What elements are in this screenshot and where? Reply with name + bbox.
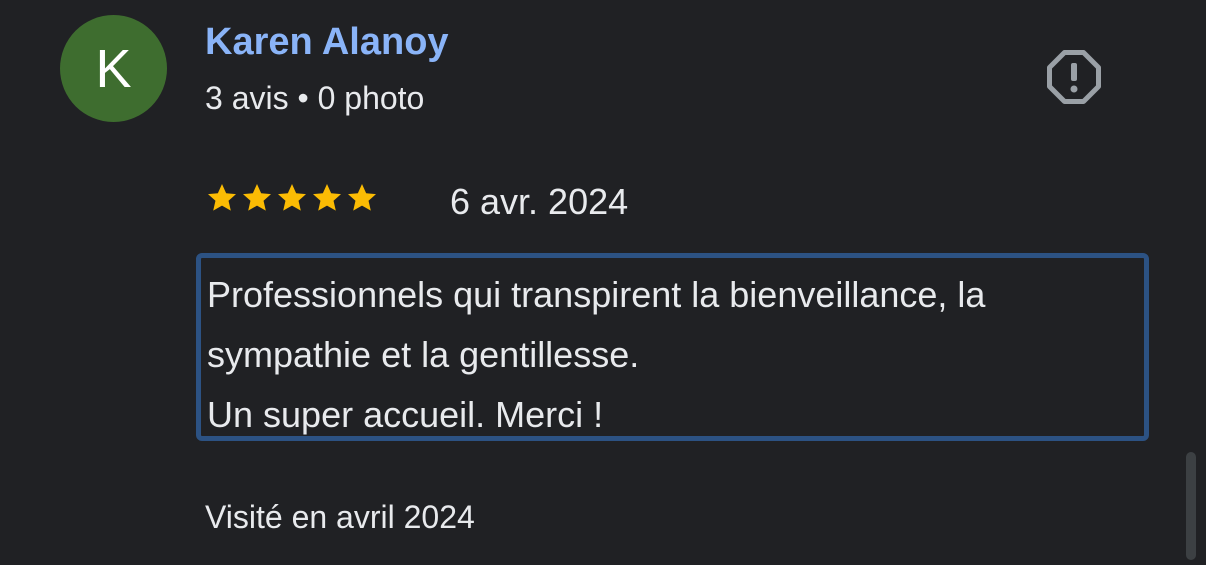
avatar-initial: K [95,38,132,99]
review-text-line: Professionnels qui transpirent la bienve… [207,274,986,315]
review-text-line: sympathie et la gentillesse. [207,334,640,375]
author-name[interactable]: Karen Alanoy [205,20,449,64]
author-meta: 3 avis • 0 photo [205,80,425,116]
star-rating [206,182,378,214]
review-text: Professionnels qui transpirent la bienve… [196,253,1149,441]
star-icon [313,184,341,211]
report-flag-icon [1047,50,1101,104]
star-icon [278,184,306,211]
visit-date: Visité en avril 2024 [205,499,475,535]
star-icon [348,184,376,211]
avatar[interactable]: K [60,15,167,122]
review-date: 6 avr. 2024 [450,181,629,222]
star-icon [208,184,236,211]
report-button[interactable] [1046,49,1102,105]
review-text-line: Un super accueil. Merci ! [207,394,604,435]
star-icon [243,184,271,211]
scrollbar[interactable] [1186,452,1196,560]
